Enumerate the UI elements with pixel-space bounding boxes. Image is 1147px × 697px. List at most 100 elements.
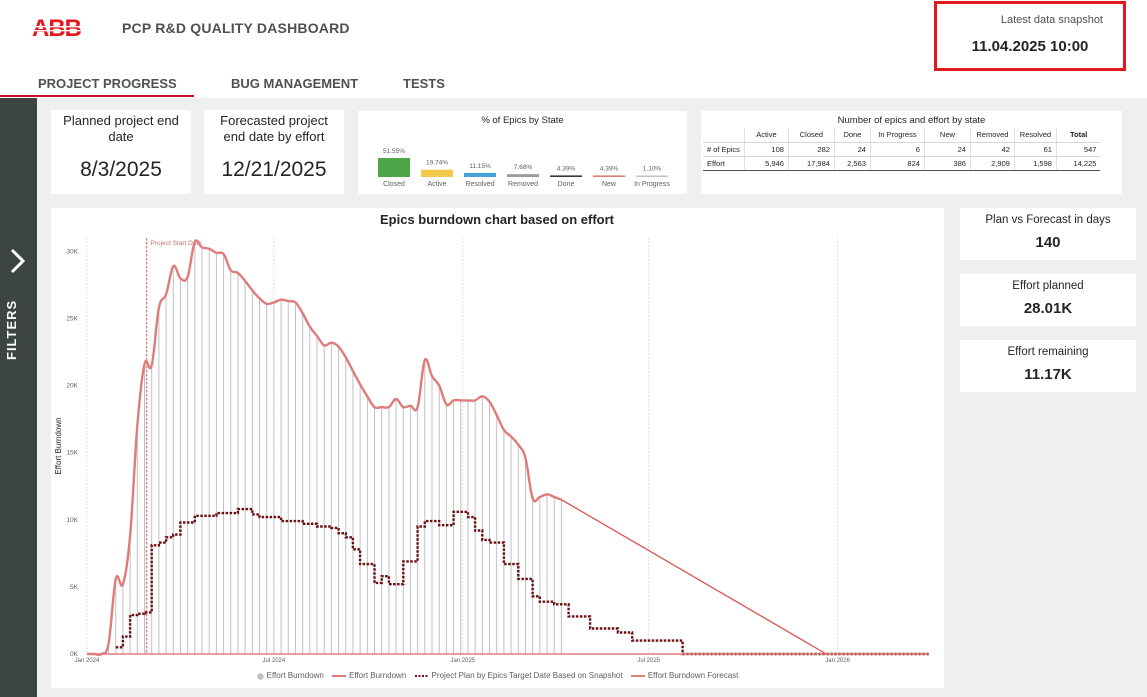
y-tick-label: 15K — [66, 450, 78, 457]
state-category-label: Done — [558, 181, 575, 188]
planned-end-value: 8/3/2025 — [80, 158, 162, 181]
effort-remaining-value: 11.17K — [1024, 366, 1072, 383]
legend-dot-icon — [256, 673, 264, 680]
state-category-label: Removed — [508, 181, 538, 188]
abb-logo: ABB — [32, 16, 88, 38]
epics-table-title: Number of epics and effort by state — [837, 115, 986, 126]
chart-title: Epics burndown chart based on effort — [380, 212, 615, 227]
table-cell: 42 — [970, 142, 1015, 157]
state-bar — [593, 175, 625, 177]
x-tick-label: Jul 2024 — [263, 658, 286, 664]
table-header-row: Active Closed Done In Progress New Remov… — [703, 128, 1101, 143]
state-category-label: Closed — [383, 181, 405, 188]
table-cell: 61 — [1014, 142, 1057, 157]
snapshot-label: Latest data snapshot — [1000, 14, 1103, 26]
y-tick-label: 5K — [70, 584, 79, 591]
col-header-total[interactable]: Total — [1056, 128, 1101, 143]
state-bar — [421, 169, 453, 177]
table-cell-total: 547 — [1056, 142, 1101, 157]
legend-item-effort-line[interactable]: Effort Burndown — [332, 671, 406, 680]
state-bar — [507, 174, 539, 177]
table-cell: 2,909 — [970, 156, 1015, 171]
effort-remaining-card: Effort remaining 11.17K — [960, 340, 1136, 392]
legend-label: Effort Burndown — [266, 671, 324, 681]
effort-remaining-title: Effort remaining — [1007, 346, 1089, 358]
col-header[interactable]: Resolved — [1014, 128, 1057, 143]
active-tab-indicator — [0, 95, 194, 97]
snapshot-value: 11.04.2025 10:00 — [971, 38, 1089, 55]
table-row: # of Epics 108 282 24 6 24 42 61 547 — [703, 142, 1101, 157]
burndown-chart-card: Epics burndown chart based on effort Effo… — [51, 208, 944, 688]
forecast-end-title: Forecasted project end date by effort — [220, 113, 328, 144]
effort-planned-value: 28.01K — [1023, 300, 1073, 317]
filters-pane[interactable]: FILTERS — [0, 98, 37, 697]
y-tick-label: 25K — [66, 316, 78, 323]
plan-vs-forecast-value: 140 — [1035, 234, 1061, 251]
plan-vs-forecast-card: Plan vs Forecast in days 140 — [960, 208, 1136, 260]
table-cell: 24 — [924, 142, 971, 157]
tab-tests[interactable]: TESTS — [403, 76, 445, 91]
state-bar-label: 11.15% — [469, 163, 491, 170]
legend-label: Project Plan by Epics Target Date Based … — [431, 671, 623, 681]
plan-vs-forecast-title: Plan vs Forecast in days — [985, 214, 1111, 226]
state-bar-label: 4.39% — [557, 165, 576, 172]
planned-end-title: Planned project end date — [63, 113, 179, 144]
legend-line-icon — [332, 675, 347, 678]
legend-item-forecast[interactable]: Effort Burndown Forecast — [630, 671, 739, 681]
col-header[interactable]: Closed — [788, 128, 835, 143]
y-tick-label: 20K — [66, 383, 78, 390]
row-label: # of Epics — [703, 142, 745, 157]
state-category-label: New — [602, 181, 617, 188]
table-cell: 1,598 — [1014, 156, 1057, 171]
dashboard-title: PCP R&D QUALITY DASHBOARD — [122, 20, 350, 36]
legend-item-project-plan[interactable]: Project Plan by Epics Target Date Based … — [414, 671, 623, 681]
legend-dashed-line-icon — [414, 675, 429, 678]
col-header[interactable]: Removed — [970, 128, 1015, 143]
x-tick-label: Jan 2026 — [825, 658, 850, 664]
legend-label: Effort Burndown Forecast — [647, 671, 739, 681]
col-header[interactable]: New — [924, 128, 971, 143]
y-tick-label: 10K — [66, 517, 78, 524]
state-bar-label: 51.55% — [383, 148, 405, 155]
col-header[interactable]: In Progress — [870, 128, 925, 143]
state-category-label: In Progress — [634, 181, 670, 188]
table-cell: 6 — [870, 142, 925, 157]
tab-bug-management[interactable]: BUG MANAGEMENT — [231, 76, 358, 91]
forecast-end-value: 12/21/2025 — [221, 158, 327, 181]
burndown-chart: Epics burndown chart based on effort Effo… — [54, 212, 929, 664]
table-row: Effort 5,946 17,984 2,563 824 386 2,909 … — [703, 156, 1101, 171]
state-bar — [378, 158, 410, 177]
legend-line-icon — [630, 675, 645, 678]
dashboard-page: ABB PCP R&D QUALITY DASHBOARD Latest dat… — [0, 0, 1147, 697]
col-header[interactable]: Active — [744, 128, 789, 143]
table-cell: 824 — [870, 156, 925, 171]
y-axis-label: Effort Burndown — [54, 417, 63, 474]
table-cell: 386 — [924, 156, 971, 171]
y-tick-label: 0K — [70, 651, 79, 658]
col-header[interactable]: Done — [834, 128, 871, 143]
filters-label: FILTERS — [4, 299, 19, 360]
state-bar — [550, 175, 582, 177]
epics-table: Active Closed Done In Progress New Remov… — [703, 128, 1101, 171]
legend-item-effort-columns[interactable]: Effort Burndown — [256, 671, 324, 681]
forecast-end-card: Forecasted project end date by effort 12… — [204, 110, 344, 194]
state-bar — [464, 172, 496, 177]
row-label: Effort — [703, 156, 745, 171]
state-bar-label: 4.39% — [600, 165, 619, 172]
state-bar — [636, 175, 668, 177]
x-tick-label: Jul 2025 — [637, 658, 660, 664]
table-cell: 24 — [834, 142, 871, 157]
table-cell: 5,946 — [744, 156, 789, 171]
planned-end-card: Planned project end date 8/3/2025 — [51, 110, 191, 194]
legend-label: Effort Burndown — [349, 671, 407, 681]
state-category-label: Resolved — [465, 181, 494, 188]
state-bar-label: 7.68% — [514, 164, 533, 171]
table-cell-total: 14,225 — [1056, 156, 1101, 171]
table-corner — [703, 128, 745, 143]
chevron-right-icon[interactable] — [8, 248, 28, 274]
table-cell: 2,563 — [834, 156, 871, 171]
effort-planned-card: Effort planned 28.01K — [960, 274, 1136, 326]
tab-project-progress[interactable]: PROJECT PROGRESS — [38, 76, 177, 91]
forecast-line — [561, 499, 827, 655]
table-cell: 282 — [788, 142, 835, 157]
